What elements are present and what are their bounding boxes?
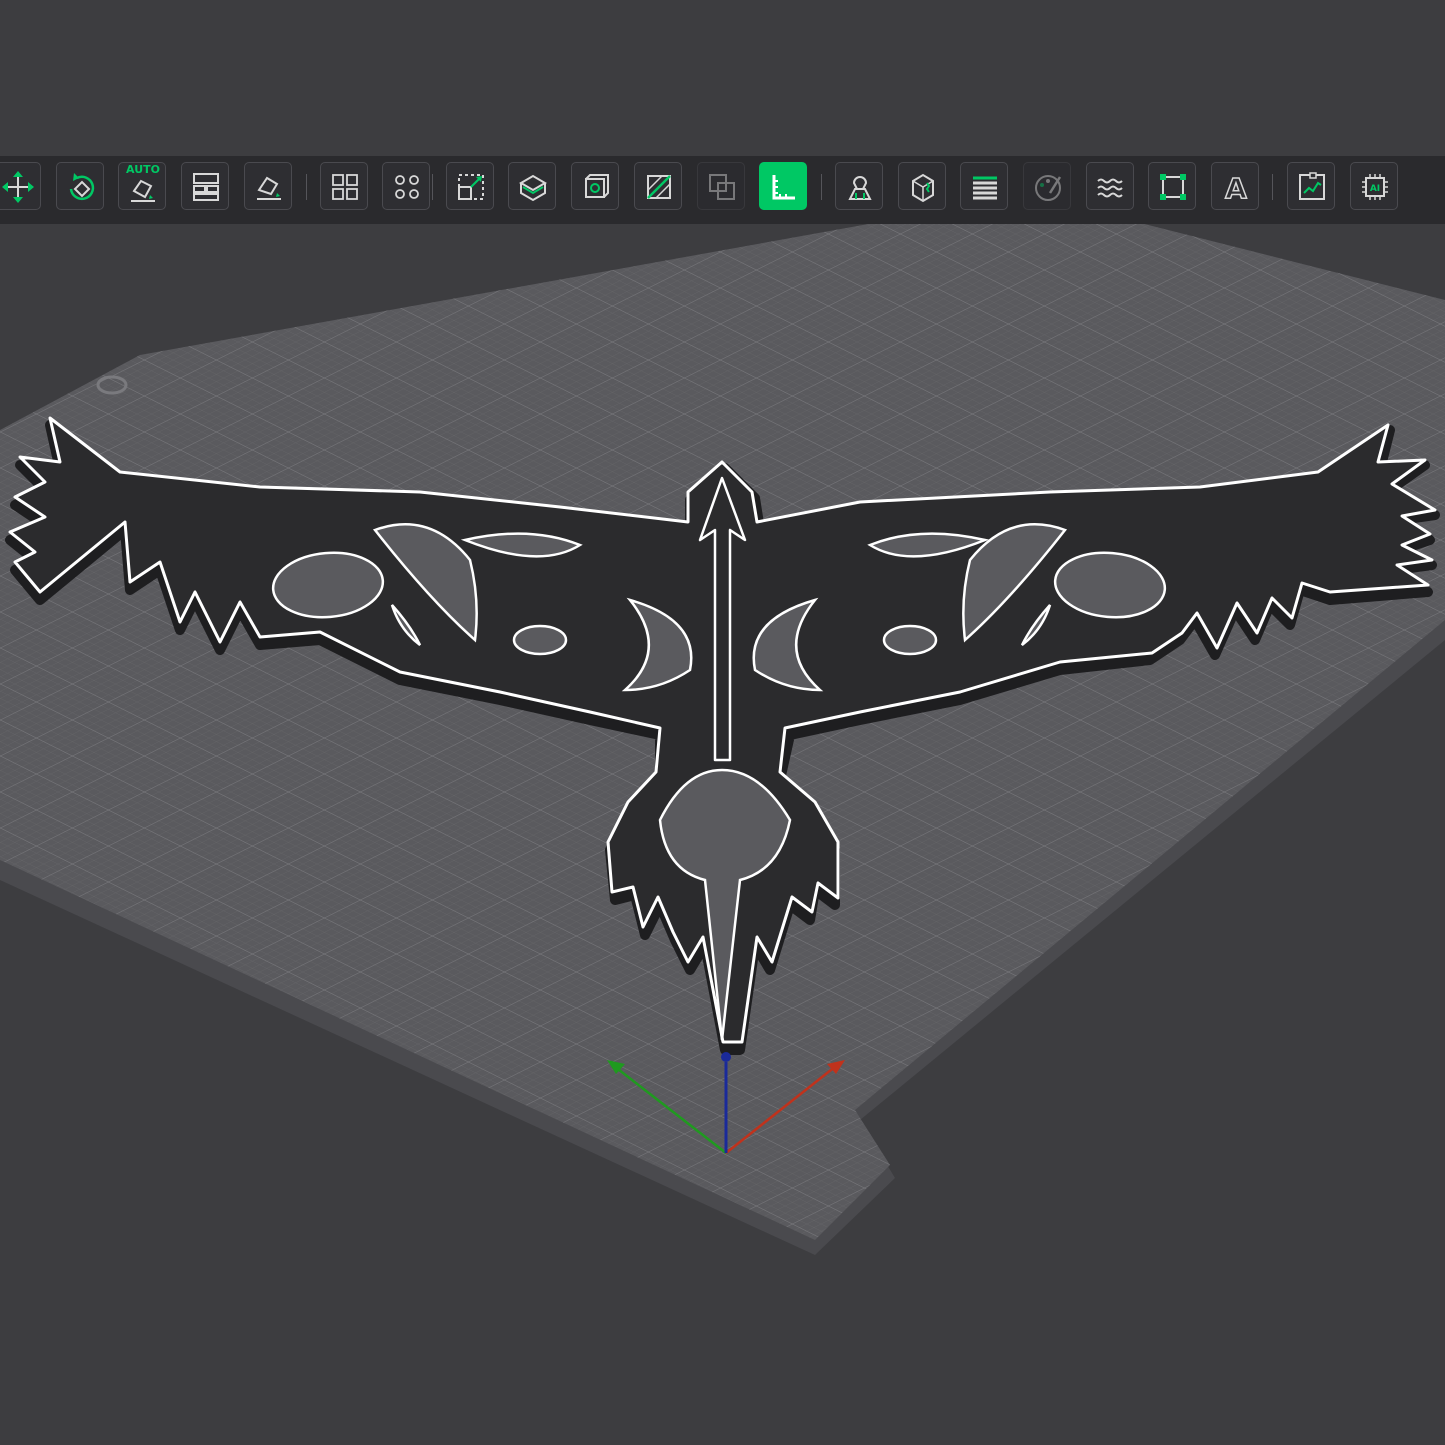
toolbar-separator — [1272, 174, 1273, 200]
boolean-button[interactable] — [697, 162, 745, 210]
seam-paint-icon — [912, 173, 934, 203]
split-parts-icon — [395, 175, 419, 199]
lay-on-face-icon — [257, 176, 281, 200]
arrange-icon — [193, 173, 219, 201]
split-to-parts-button[interactable] — [382, 162, 430, 210]
toolbar-separator — [432, 174, 433, 200]
layer-stack-button[interactable] — [960, 162, 1008, 210]
ai-assistant-button[interactable]: AI — [1350, 162, 1398, 210]
assembly-button[interactable] — [1287, 162, 1335, 210]
layer-stack-icon — [973, 176, 997, 200]
move-icon — [2, 171, 34, 203]
scale-button[interactable] — [446, 162, 494, 210]
z-axis-tip-icon — [721, 1052, 731, 1062]
toolbar-separator — [306, 174, 307, 200]
ai-chip-icon: AI — [1362, 174, 1388, 200]
simplify-icon — [1160, 174, 1186, 200]
fuzzy-skin-button[interactable] — [1086, 162, 1134, 210]
support-paint-icon — [848, 176, 872, 200]
auto-badge: AUTO — [126, 163, 160, 176]
assembly-icon — [1299, 172, 1325, 200]
split-objects-icon — [332, 174, 358, 200]
rotate-button[interactable] — [56, 162, 104, 210]
measure-icon — [772, 175, 795, 200]
cut-button[interactable] — [508, 162, 556, 210]
scale-icon — [458, 174, 484, 200]
text-icon: A — [1224, 171, 1248, 206]
variable-layer-height-button[interactable] — [571, 162, 619, 210]
cut-plane-icon — [647, 175, 671, 199]
svg-text:A: A — [1225, 172, 1247, 205]
rotate-icon — [69, 173, 95, 201]
move-button[interactable] — [0, 162, 41, 210]
fuzzy-skin-icon — [1097, 178, 1123, 198]
color-paint-button[interactable] — [1023, 162, 1071, 210]
boolean-icon — [709, 174, 735, 200]
seam-paint-button[interactable] — [898, 162, 946, 210]
top-toolbar: AUTO A AI — [0, 156, 1445, 224]
cut-icon — [519, 174, 547, 202]
lay-on-face-button[interactable] — [244, 162, 292, 210]
split-to-objects-button[interactable] — [320, 162, 368, 210]
arrange-button[interactable] — [181, 162, 229, 210]
support-paint-button[interactable] — [835, 162, 883, 210]
layer-height-icon — [585, 174, 609, 198]
text-button[interactable]: A — [1211, 162, 1259, 210]
toolbar-separator — [821, 174, 822, 200]
color-paint-icon — [1035, 175, 1062, 201]
cut-plane-button[interactable] — [634, 162, 682, 210]
simplify-button[interactable] — [1148, 162, 1196, 210]
svg-text:AI: AI — [1370, 184, 1380, 194]
measure-button[interactable] — [759, 162, 807, 210]
auto-orient-button[interactable]: AUTO — [118, 162, 166, 210]
